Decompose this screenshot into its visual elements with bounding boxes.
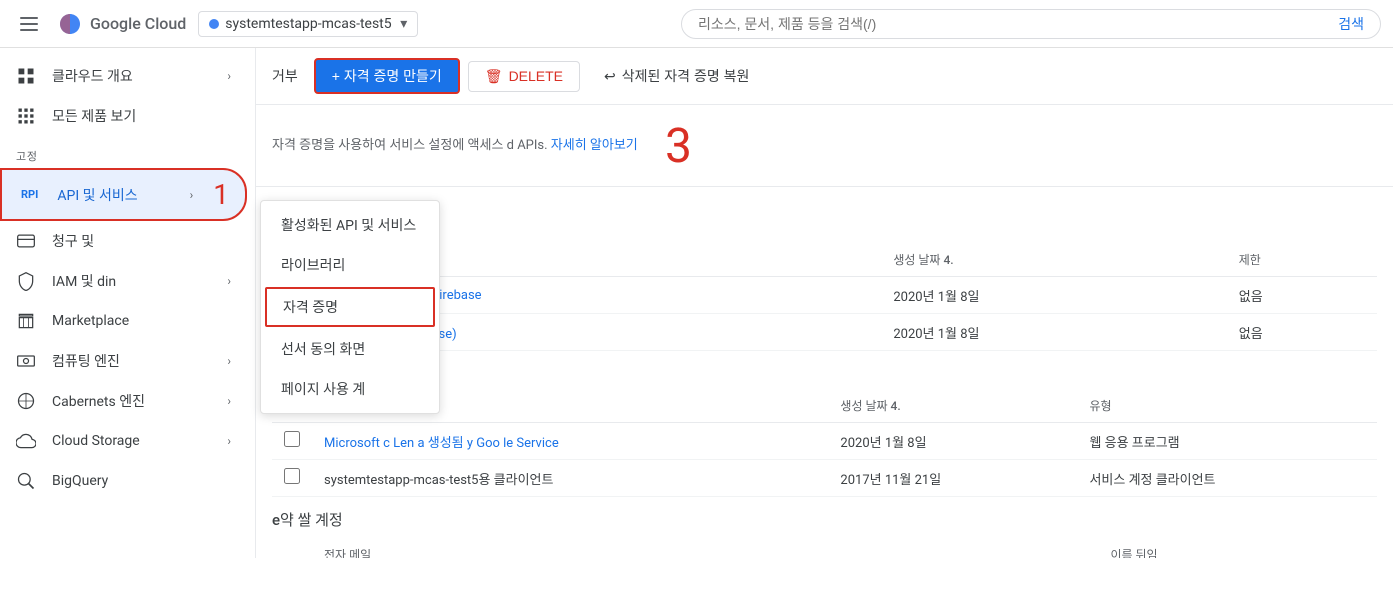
project-dot — [209, 19, 219, 29]
oauth-date: 2020년 1월 8일 — [828, 423, 1077, 460]
restore-button[interactable]: ↩ 삭제된 자격 증명 복원 — [588, 60, 765, 92]
dropdown-item-credentials[interactable]: 자격 증명 — [265, 287, 435, 327]
sidebar-item-all-products[interactable]: 모든 제품 보기 — [0, 96, 247, 136]
sidebar-item-cabernets[interactable]: Cabernets 엔진 › — [0, 381, 247, 421]
iam-label: IAM 및 din — [52, 271, 116, 291]
logo-text: Google Cloud — [90, 14, 186, 33]
all-products-label: 모든 제품 보기 — [52, 106, 136, 126]
restore-icon: ↩ — [604, 68, 616, 85]
project-selector[interactable]: systemtestapp-mcas-test5 ▾ — [198, 11, 418, 37]
service-accounts-table: 전자 메일 이름 뒤임 전자 메일 systemtestapp-mcas-tes… — [272, 538, 1377, 558]
cloud-storage-label: Cloud Storage — [52, 433, 140, 449]
col-date: 생성 날짜 4. — [881, 243, 1226, 277]
compute-chevron-icon: › — [227, 354, 231, 368]
dropdown-item-library[interactable]: 라이브러리 — [261, 245, 439, 285]
restore-label: 삭제된 자격 증명 복원 — [622, 66, 750, 86]
rpi-prefix: RPI — [18, 187, 41, 202]
table-row: Microsoft c Len a 생성됨 y Goo le Service 2… — [272, 423, 1377, 460]
shield-icon — [16, 271, 36, 291]
oauth-name-link[interactable]: Microsoft c Len a 생성됨 y Goo le Service — [324, 436, 559, 451]
sidebar-item-bigquery[interactable]: BigQuery — [0, 461, 247, 501]
cloud-logo-icon — [58, 12, 82, 36]
dropdown-item-consent[interactable]: 선서 동의 화면 — [261, 329, 439, 369]
learn-more-link[interactable]: 자세히 알아보기 — [551, 138, 638, 153]
menu-button[interactable] — [12, 9, 46, 39]
sidebar-item-rpi-api[interactable]: RPI API 및 서비스 › 1 — [0, 168, 247, 221]
delete-button[interactable]: 🗑 DELETE — [468, 61, 580, 92]
cloud-storage-chevron-icon: › — [227, 434, 231, 448]
key-date: 2020년 1월 8일 — [881, 314, 1226, 351]
sidebar-item-compute[interactable]: 컴퓨팅 엔진 › — [0, 341, 247, 381]
bigquery-label: BigQuery — [52, 473, 108, 489]
search-input[interactable] — [698, 16, 1330, 32]
delete-label: DELETE — [509, 68, 563, 84]
banner-text: 자격 증명을 사용하여 서비스 설정에 액세스 — [272, 138, 503, 153]
dropdown-item-active-api[interactable]: 활성화된 API 및 서비스 — [261, 205, 439, 245]
col-email: 전자 메일 — [312, 538, 1098, 558]
oauth-type: 웹 응용 프로그램 — [1077, 423, 1377, 460]
search-bar: 검색 — [681, 9, 1381, 39]
billing-icon — [16, 231, 36, 251]
api-services-label: API 및 서비스 — [57, 185, 137, 205]
trash-icon: 🗑 — [485, 68, 503, 85]
billing-label: 청구 및 — [52, 231, 94, 251]
apps-icon — [16, 106, 36, 126]
col-limit: 제한 — [1227, 243, 1377, 277]
cabernets-label: Cabernets 엔진 — [52, 391, 145, 411]
grid-icon — [16, 66, 36, 86]
toolbar: 거부 + 자격 증명 만들기 🗑 DELETE ↩ 삭제된 자격 증명 복원 — [256, 48, 1393, 105]
step1-number: 1 — [213, 178, 229, 211]
cabernets-chevron-icon: › — [227, 394, 231, 408]
cloud-storage-icon — [16, 431, 36, 451]
project-chevron-icon: ▾ — [400, 16, 407, 32]
create-credential-button[interactable]: + 자격 증명 만들기 — [314, 58, 460, 94]
col-checkbox — [272, 538, 312, 558]
row-checkbox[interactable] — [284, 468, 300, 484]
overview-chevron-icon: › — [227, 69, 231, 83]
google-cloud-logo: Google Cloud — [58, 12, 186, 36]
hamburger-icon — [20, 17, 38, 31]
reject-label: 거부 — [272, 66, 298, 86]
sidebar-item-iam[interactable]: IAM 및 din › — [0, 261, 247, 301]
col-name-back: 이름 뒤임 — [1098, 538, 1377, 558]
oauth-type: 서비스 계정 클라이언트 — [1077, 460, 1377, 497]
overview-label: 클라우드 개요 — [52, 66, 133, 86]
project-name: systemtestapp-mcas-test5 — [225, 16, 391, 32]
sidebar-item-overview[interactable]: 클라우드 개요 › — [0, 56, 247, 96]
pinned-section-label: 고정 — [0, 136, 255, 168]
table-row: systemtestapp-mcas-test5용 클라이언트 2017년 11… — [272, 460, 1377, 497]
col-type: 유형 — [1077, 389, 1377, 423]
oauth-name: systemtestapp-mcas-test5용 클라이언트 — [312, 460, 828, 497]
header: Google Cloud systemtestapp-mcas-test5 ▾ … — [0, 0, 1393, 48]
dropdown-menu: 활성화된 API 및 서비스 라이브러리 자격 증명 선서 동의 화면 페이지 … — [260, 200, 440, 414]
service-accounts-title: e약 쌀 계정 — [272, 497, 1377, 538]
api-chevron-icon: › — [190, 188, 194, 202]
key-limit: 없음 — [1227, 277, 1377, 314]
main-layout: 클라우드 개요 › 모든 제품 보기 고정 RPI API 및 서비스 › 1 … — [0, 48, 1393, 558]
bigquery-icon — [16, 471, 36, 491]
compute-label: 컴퓨팅 엔진 — [52, 351, 120, 371]
api-text: d APIs. — [507, 138, 548, 153]
dropdown-item-page-usage[interactable]: 페이지 사용 계 — [261, 369, 439, 409]
step3-number: 3 — [665, 117, 692, 174]
compute-icon — [16, 351, 36, 371]
key-limit: 없음 — [1227, 314, 1377, 351]
iam-chevron-icon: › — [227, 274, 231, 288]
oauth-date: 2017년 11월 21일 — [828, 460, 1077, 497]
sidebar-item-marketplace[interactable]: Marketplace — [0, 301, 247, 341]
sidebar-item-cloud-storage[interactable]: Cloud Storage › — [0, 421, 247, 461]
key-date: 2020년 1월 8일 — [881, 277, 1226, 314]
sidebar-item-billing[interactable]: 청구 및 — [0, 221, 247, 261]
sidebar: 클라우드 개요 › 모든 제품 보기 고정 RPI API 및 서비스 › 1 … — [0, 48, 256, 558]
search-button[interactable]: 검색 — [1338, 14, 1364, 34]
marketplace-icon — [16, 311, 36, 331]
cabernets-icon — [16, 391, 36, 411]
row-checkbox[interactable] — [284, 431, 300, 447]
service-accounts-section: e약 쌀 계정 전자 메일 이름 뒤임 전자 메일 — [256, 497, 1393, 558]
info-banner: 자격 증명을 사용하여 서비스 설정에 액세스 d APIs. 자세히 알아보기… — [256, 105, 1393, 187]
col-date: 생성 날짜 4. — [828, 389, 1077, 423]
marketplace-label: Marketplace — [52, 313, 129, 329]
